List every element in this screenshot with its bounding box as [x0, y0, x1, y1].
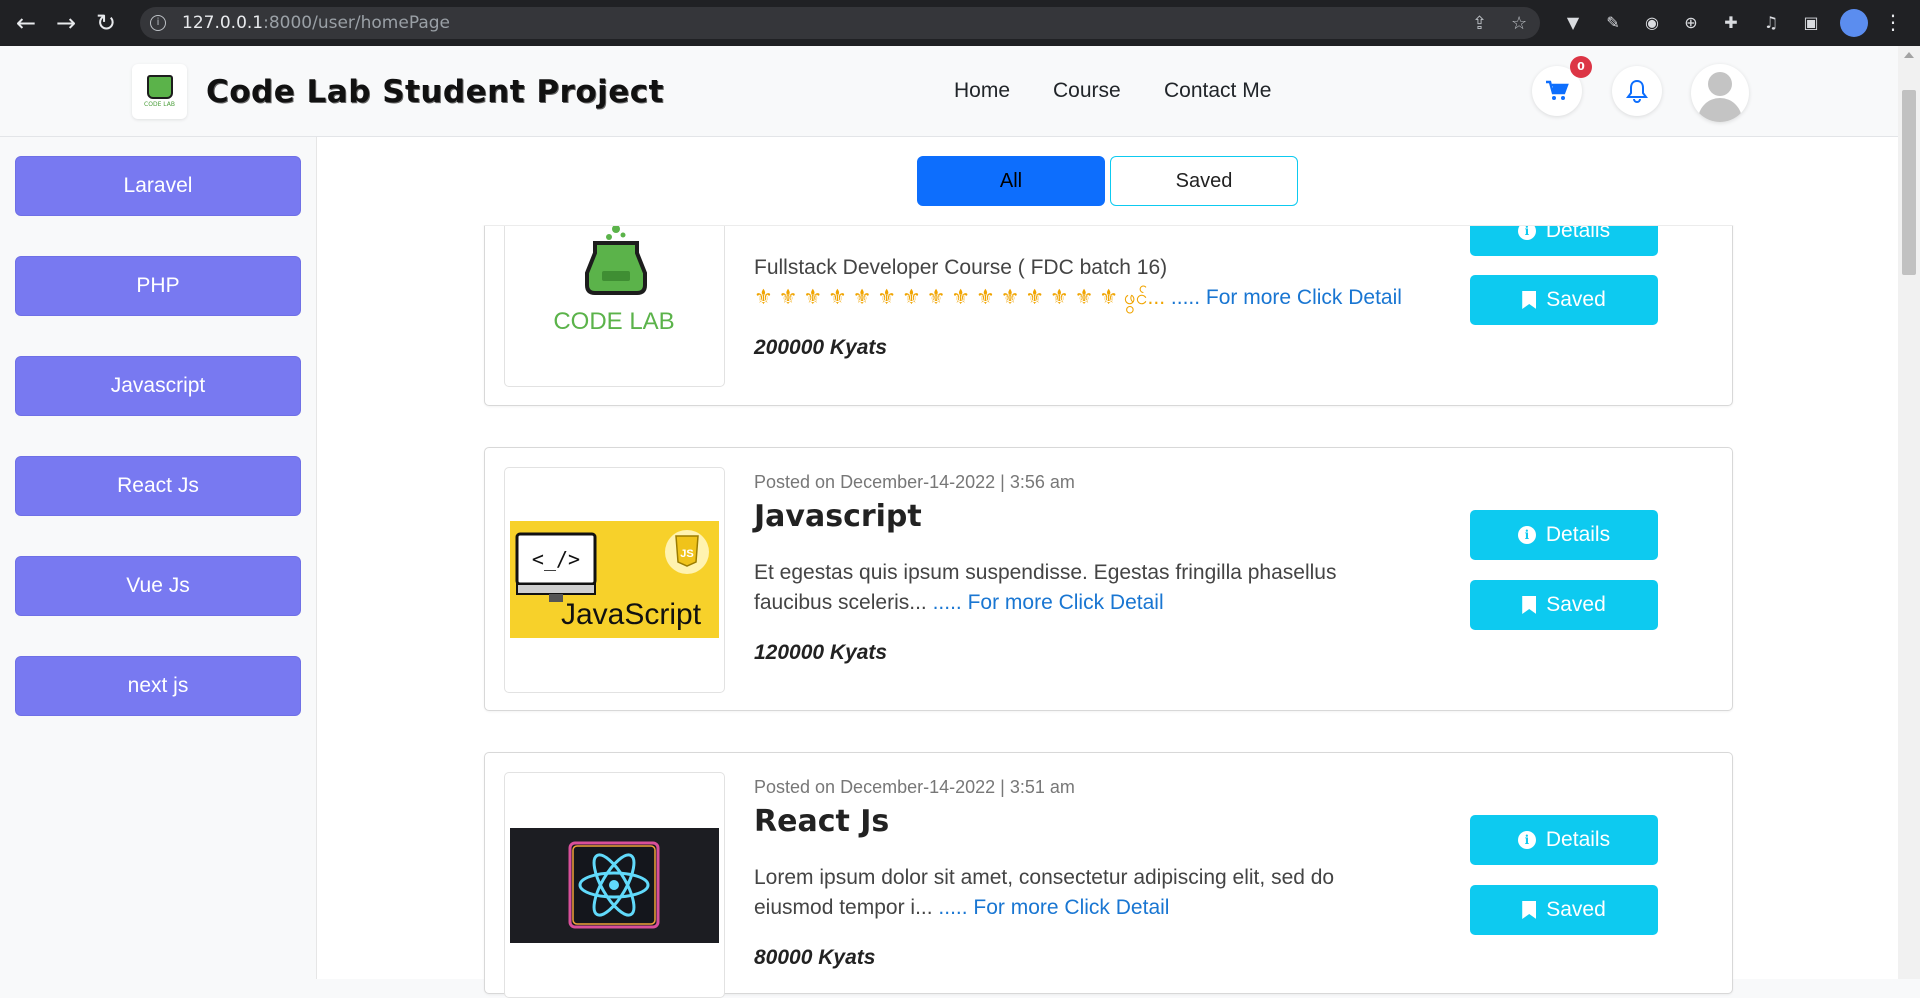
post-description: Lorem ipsum dolor sit amet, consectetur … [754, 866, 1335, 919]
browser-menu-icon[interactable]: ⋮ [1883, 10, 1903, 34]
cart-count-badge: 0 [1570, 56, 1592, 78]
share-icon[interactable]: ⇪ [1472, 13, 1487, 34]
user-avatar[interactable] [1691, 64, 1749, 122]
category-php-button[interactable]: PHP [15, 256, 301, 316]
tab-saved[interactable]: Saved [1110, 156, 1298, 206]
brand-title[interactable]: Code Lab Student Project [206, 74, 664, 110]
extension-h-icon[interactable]: ⊕ [1680, 12, 1702, 34]
browser-profile-avatar[interactable] [1840, 9, 1868, 37]
avatar-head [1708, 72, 1732, 96]
details-button[interactable]: i Details [1470, 815, 1658, 865]
post-description: Fullstack Developer Course ( FDC batch 1… [754, 256, 1168, 279]
bookmark-icon [1522, 901, 1537, 919]
post-date: Posted on December-14-2022 | 3:51 am [754, 777, 1075, 797]
nav-course[interactable]: Course [1053, 79, 1121, 103]
javascript-image: <_/> JS JavaScript [510, 521, 719, 638]
extensions-puzzle-icon[interactable]: ✚ [1720, 12, 1742, 34]
bookmark-star-icon[interactable]: ☆ [1511, 13, 1527, 34]
info-icon: i [1517, 831, 1536, 849]
post-thumbnail[interactable]: <_/> JS JavaScript [504, 467, 725, 693]
filter-bar [317, 137, 1898, 225]
scroll-up-arrow-icon[interactable] [1904, 52, 1914, 58]
post-description-line2: ⚜ ⚜ ⚜ ⚜ ⚜ ⚜ ⚜ ⚜ ⚜ ⚜ ⚜ ⚜ ⚜ ⚜ ⚜ ဖွင်... ..… [754, 286, 1402, 309]
reload-icon[interactable]: ↻ [86, 0, 126, 46]
side-panel-icon[interactable]: ▣ [1800, 12, 1822, 34]
post-more-link[interactable]: ..... For more Click Detail [1165, 286, 1402, 309]
scrollbar-thumb[interactable] [1902, 90, 1916, 275]
post-price: 200000 Kyats [754, 336, 888, 359]
bookmark-icon [1522, 596, 1537, 614]
site-info-icon[interactable]: i [150, 15, 166, 31]
post-date: Posted on December-14-2022 | 3:56 am [754, 472, 1075, 492]
saved-button[interactable]: Saved [1470, 275, 1658, 325]
nav-contact-me[interactable]: Contact Me [1164, 79, 1271, 103]
saved-button[interactable]: Saved [1470, 580, 1658, 630]
url-text: 127.0.0.1:8000/user/homePage [182, 13, 450, 33]
post-title[interactable]: React Js [754, 804, 889, 839]
category-javascript-button[interactable]: Javascript [15, 356, 301, 416]
forward-icon[interactable]: → [46, 0, 86, 46]
post-description: Et egestas quis ipsum suspendisse. Egest… [754, 561, 1337, 614]
details-button[interactable]: i Details [1470, 510, 1658, 560]
category-next-js-button[interactable]: next js [15, 656, 301, 716]
saved-button[interactable]: Saved [1470, 885, 1658, 935]
post-price: 120000 Kyats [754, 641, 888, 664]
media-queue-icon[interactable]: ♫ [1760, 12, 1782, 34]
react-image [510, 828, 719, 943]
cart-icon [1546, 80, 1569, 100]
svg-text:JS: JS [680, 548, 693, 560]
info-icon: i [1517, 526, 1536, 544]
nav-home[interactable]: Home [954, 79, 1010, 103]
post-more-link[interactable]: ..... For more Click Detail [933, 896, 1169, 919]
extension-v-icon[interactable]: ▼ [1562, 12, 1584, 34]
post-price: 80000 Kyats [754, 946, 876, 969]
svg-text:CODE LAB: CODE LAB [553, 308, 674, 335]
post-thumbnail[interactable] [504, 772, 725, 998]
category-react-js-button[interactable]: React Js [15, 456, 301, 516]
svg-text:<_/>: <_/> [532, 547, 580, 571]
logo-text: CODE LAB [144, 101, 175, 108]
tab-all[interactable]: All [917, 156, 1105, 206]
logo-jar-icon [146, 75, 173, 99]
browser-toolbar: ← → ↻ i 127.0.0.1:8000/user/homePage ⇪ ☆… [0, 0, 1920, 46]
svg-text:JavaScript: JavaScript [561, 598, 702, 631]
filter-divider [484, 225, 1733, 226]
extension-circle-icon[interactable]: ◉ [1641, 12, 1663, 34]
post-more-link[interactable]: ..... For more Click Detail [927, 591, 1164, 614]
notification-button[interactable] [1612, 66, 1662, 116]
category-vue-js-button[interactable]: Vue Js [15, 556, 301, 616]
address-bar[interactable]: i 127.0.0.1:8000/user/homePage ⇪ ☆ [140, 7, 1540, 39]
extension-pen-icon[interactable]: ✎ [1602, 12, 1624, 34]
post-title[interactable]: Javascript [754, 499, 922, 534]
site-logo[interactable]: CODE LAB [132, 64, 187, 119]
back-icon[interactable]: ← [6, 0, 46, 46]
bell-icon [1626, 79, 1648, 103]
category-laravel-button[interactable]: Laravel [15, 156, 301, 216]
bookmark-icon [1522, 291, 1537, 309]
avatar-body [1698, 98, 1742, 122]
